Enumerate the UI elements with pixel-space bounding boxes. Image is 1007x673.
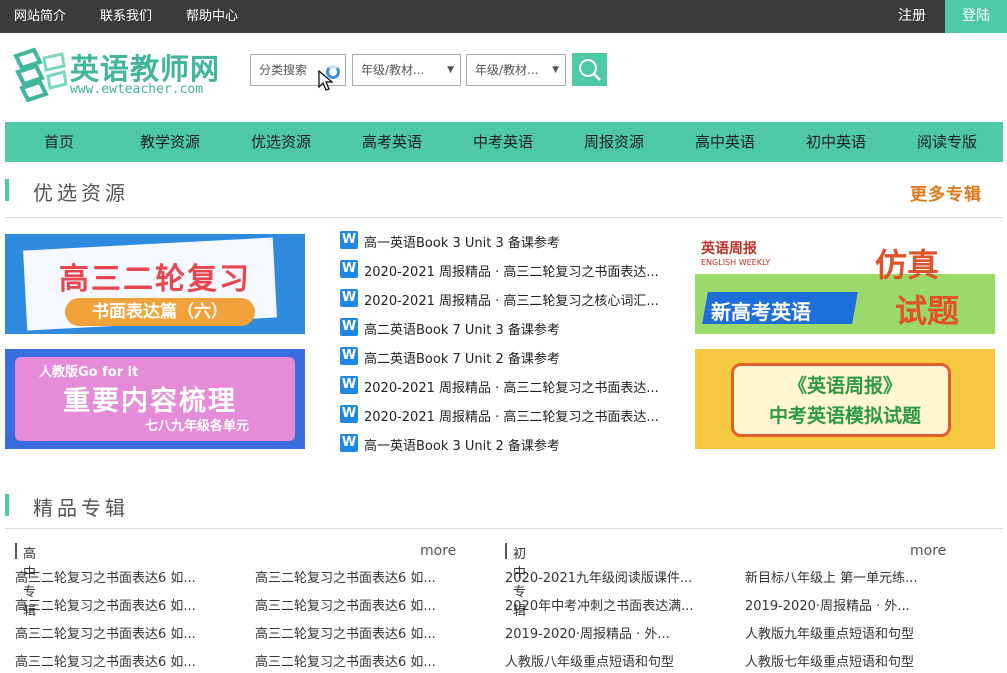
divider <box>5 528 1003 529</box>
top-bar: 网站简介 联系我们 帮助中心 注册 登陆 <box>0 0 1007 33</box>
article-item[interactable]: W 2020-2021 周报精品 · 高三二轮复习之核心词汇... <box>340 289 680 309</box>
main-nav: 首页 教学资源 优选资源 高考英语 中考英语 周报资源 高中英语 初中英语 阅读… <box>5 122 1003 162</box>
high-school-album-item[interactable]: 高三二轮复习之书面表达6 如... <box>255 595 455 614</box>
register-link[interactable]: 注册 <box>898 0 926 33</box>
article-title: 2020-2021 周报精品 · 高三二轮复习之书面表达... <box>364 381 659 396</box>
nav-high-school-english[interactable]: 高中英语 <box>675 122 775 162</box>
word-doc-icon: W <box>340 405 358 423</box>
search-icon <box>579 59 601 81</box>
more-albums-link[interactable]: 更多专辑 <box>910 180 982 205</box>
divider <box>5 217 1003 218</box>
high-school-album-item[interactable]: 高三二轮复习之书面表达6 如... <box>255 567 455 586</box>
article-item[interactable]: W 高二英语Book 7 Unit 3 备课参考 <box>340 318 680 338</box>
banner-zhongkao-mock[interactable]: 《英语周报》 中考英语模拟试题 <box>695 349 995 449</box>
banner-title: 重要内容梳理 <box>63 386 237 417</box>
nav-weekly-resources[interactable]: 周报资源 <box>564 122 664 162</box>
article-title: 2020-2021 周报精品 · 高三二轮复习之书面表达... <box>364 410 659 425</box>
nav-selected-resources[interactable]: 优选资源 <box>231 122 331 162</box>
high-school-album-item[interactable]: 高三二轮复习之书面表达6 如... <box>15 595 215 614</box>
banner-title: 新高考英语 <box>711 300 811 324</box>
article-item[interactable]: W 高二英语Book 7 Unit 2 备课参考 <box>340 347 680 367</box>
section-title: 精品专辑 <box>33 496 129 520</box>
high-school-album-item[interactable]: 高三二轮复习之书面表达6 如... <box>255 623 455 642</box>
grade-select-1-label: 年级/教材... <box>361 63 425 77</box>
dropdown-arrow-icon: ▼ <box>447 65 454 75</box>
article-title: 2020-2021 周报精品 · 高三二轮复习之核心词汇... <box>364 294 659 309</box>
nav-gaokao-english[interactable]: 高考英语 <box>342 122 442 162</box>
nav-reading-edition[interactable]: 阅读专版 <box>897 122 997 162</box>
word-doc-icon: W <box>340 434 358 452</box>
article-title: 高一英语Book 3 Unit 3 备课参考 <box>364 236 560 251</box>
logo-url: www.ewteacher.com <box>70 82 204 97</box>
link-contact-us[interactable]: 联系我们 <box>100 0 152 33</box>
word-doc-icon: W <box>340 260 358 278</box>
banner-word-1: 仿真 <box>875 246 940 284</box>
banner-senior-review[interactable]: 高三二轮复习 书面表达篇（六） <box>5 234 305 334</box>
site-logo[interactable]: 英语教师网 www.ewteacher.com <box>10 44 240 104</box>
nav-junior-english[interactable]: 初中英语 <box>786 122 886 162</box>
junior-album-item[interactable]: 人教版七年级重点短语和句型 <box>745 651 945 670</box>
article-title: 高二英语Book 7 Unit 2 备课参考 <box>364 352 560 367</box>
section-title: 优选资源 <box>33 181 129 205</box>
login-button[interactable]: 登陆 <box>945 0 1007 33</box>
article-item[interactable]: W 2020-2021 周报精品 · 高三二轮复习之书面表达... <box>340 405 680 425</box>
article-title: 高一英语Book 3 Unit 2 备课参考 <box>364 439 560 454</box>
article-item[interactable]: W 高一英语Book 3 Unit 2 备课参考 <box>340 434 680 454</box>
banner-tag: 人教版Go for it <box>39 365 139 380</box>
word-doc-icon: W <box>340 289 358 307</box>
article-title: 高二英语Book 7 Unit 3 备课参考 <box>364 323 560 338</box>
junior-album-item[interactable]: 人教版九年级重点短语和句型 <box>745 623 945 642</box>
banner-title: 高三二轮复习 <box>59 262 251 297</box>
junior-album-item[interactable]: 新目标八年级上 第一单元练... <box>745 567 945 586</box>
junior-album-item[interactable]: 2020-2021九年级阅读版课件... <box>505 567 705 586</box>
banner-subtitle: 七八九年级各单元 <box>145 419 250 434</box>
word-doc-icon: W <box>340 376 358 394</box>
junior-album-item[interactable]: 2019-2020·周报精品 · 外... <box>505 623 705 642</box>
banner-new-gaokao-mock[interactable]: 英语周报 ENGLISH WEEKLY 新高考英语 仿真 试题 <box>695 234 995 334</box>
logo-icon <box>13 47 68 102</box>
mouse-cursor-icon <box>318 70 334 91</box>
article-item[interactable]: W 高一英语Book 3 Unit 3 备课参考 <box>340 231 680 251</box>
high-school-album-item[interactable]: 高三二轮复习之书面表达6 如... <box>15 567 215 586</box>
link-site-intro[interactable]: 网站简介 <box>14 0 66 33</box>
nav-home[interactable]: 首页 <box>9 122 109 162</box>
banner-pep-goforit[interactable]: 人教版Go for it 重要内容梳理 七八九年级各单元 <box>5 349 305 449</box>
high-school-album-item[interactable]: 高三二轮复习之书面表达6 如... <box>255 651 455 670</box>
high-school-album-item[interactable]: 高三二轮复习之书面表达6 如... <box>15 623 215 642</box>
junior-album-item[interactable]: 人教版八年级重点短语和句型 <box>505 651 705 670</box>
banner-title: 《英语周报》 <box>787 375 902 397</box>
nav-zhongkao-english[interactable]: 中考英语 <box>453 122 553 162</box>
article-item[interactable]: W 2020-2021 周报精品 · 高三二轮复习之书面表达... <box>340 260 680 280</box>
brand-sub: ENGLISH WEEKLY <box>701 258 771 267</box>
word-doc-icon: W <box>340 231 358 249</box>
junior-album-item[interactable]: 2019-2020·周报精品 · 外... <box>745 595 945 614</box>
banner-subtitle: 中考英语模拟试题 <box>768 405 921 427</box>
grade-select-2-label: 年级/教材... <box>475 63 539 77</box>
grade-textbook-select-1[interactable]: 年级/教材... ▼ <box>352 54 461 86</box>
brand-name: 英语周报 <box>701 241 757 257</box>
high-school-more-link[interactable]: more <box>420 543 456 559</box>
article-item[interactable]: W 2020-2021 周报精品 · 高三二轮复习之书面表达... <box>340 376 680 396</box>
word-doc-icon: W <box>340 347 358 365</box>
dropdown-arrow-icon: ▼ <box>552 65 559 75</box>
nav-teaching-resources[interactable]: 教学资源 <box>120 122 220 162</box>
junior-album-item[interactable]: 2020年中考冲刺之书面表达满... <box>505 595 705 614</box>
grade-textbook-select-2[interactable]: 年级/教材... ▼ <box>466 54 566 86</box>
article-title: 2020-2021 周报精品 · 高三二轮复习之书面表达... <box>364 265 659 280</box>
banner-word-2: 试题 <box>895 292 960 330</box>
link-help-center[interactable]: 帮助中心 <box>186 0 238 33</box>
search-button[interactable] <box>572 53 607 86</box>
junior-more-link[interactable]: more <box>910 543 946 559</box>
category-search-label: 分类搜索 <box>259 63 308 77</box>
high-school-album-item[interactable]: 高三二轮复习之书面表达6 如... <box>15 651 215 670</box>
banner-subtitle: 书面表达篇（六） <box>65 298 255 326</box>
word-doc-icon: W <box>340 318 358 336</box>
